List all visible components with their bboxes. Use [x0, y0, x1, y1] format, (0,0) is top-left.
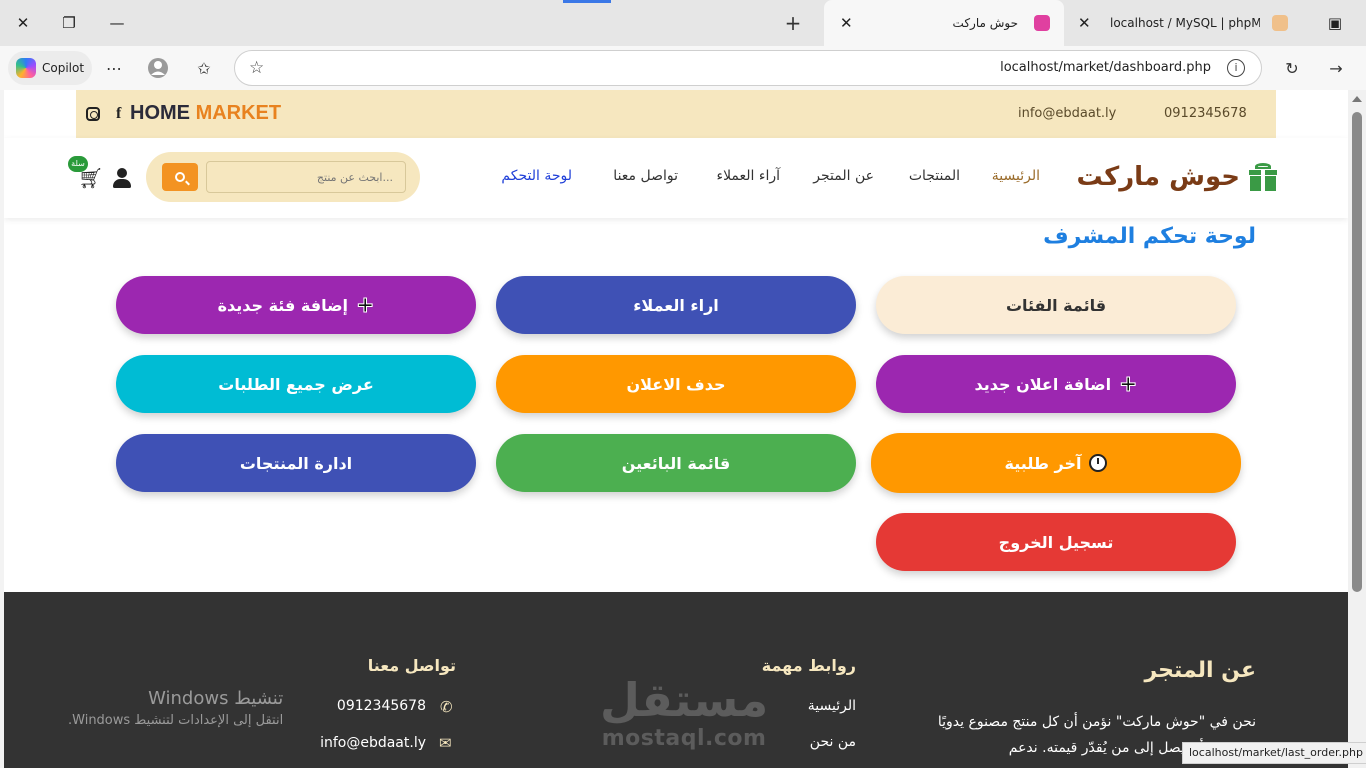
tab-close-icon[interactable]: ✕ — [1078, 14, 1091, 32]
mostaql-watermark: مستقل mostaql.com — [600, 674, 768, 751]
watermark-english: mostaql.com — [601, 726, 767, 751]
nav-link-contact[interactable]: تواصل معنا — [613, 168, 678, 184]
watermark-arabic: مستقل — [600, 673, 769, 727]
logout-button[interactable]: تسجيل الخروج — [876, 513, 1236, 571]
activation-title: تنشيط Windows — [148, 688, 284, 709]
new-tab-button[interactable]: + — [780, 10, 806, 36]
tab-phpmyadmin[interactable]: ✕ localhost / MySQL | phpMyA — [1066, 0, 1312, 46]
refresh-icon[interactable]: ↻ — [1278, 54, 1306, 82]
brand-wordmark: HOME MARKET — [130, 102, 281, 125]
add-category-button[interactable]: + إضافة فئة جديدة — [116, 276, 476, 334]
button-label: قائمة الفئات — [1005, 295, 1107, 315]
activation-subtitle: انتقل إلى الإعدادات لتنشيط Windows. — [68, 713, 284, 728]
plus-icon: + — [356, 292, 375, 318]
window-restore-icon[interactable]: ❐ — [56, 10, 82, 36]
nav-link-products[interactable]: المنتجات — [909, 168, 960, 184]
categories-list-button[interactable]: قائمة الفئات — [876, 276, 1236, 334]
top-email[interactable]: info@ebdaat.ly — [1018, 106, 1116, 121]
hosh-favicon-icon — [1034, 15, 1050, 31]
sellers-list-button[interactable]: قائمة البائعين — [496, 434, 856, 492]
nav-link-about[interactable]: عن المتجر — [813, 168, 874, 184]
browser-toolbar: Copilot ⋯ ✩ ☆ localhost/market/dashboard… — [0, 46, 1366, 90]
footer-about-title: عن المتجر — [1144, 658, 1256, 683]
scrollbar-thumb[interactable] — [1352, 112, 1362, 592]
button-label: تسجيل الخروج — [998, 532, 1114, 552]
button-label: عرض جميع الطلبات — [218, 374, 374, 394]
top-info-strip: f HOME MARKET info@ebdaat.ly 0912345678 — [76, 90, 1276, 138]
phpmyadmin-favicon-icon — [1272, 15, 1288, 31]
logo-text: حوش ماركت — [1076, 162, 1240, 192]
tab-title: localhost / MySQL | phpMyA — [1110, 16, 1260, 30]
customer-reviews-button[interactable]: اراء العملاء — [496, 276, 856, 334]
tab-title: حوش ماركت — [952, 16, 1018, 30]
footer-link-home[interactable]: الرئيسية — [808, 698, 856, 714]
site-info-icon[interactable]: i — [1227, 59, 1245, 77]
window-minimize-icon[interactable]: — — [104, 10, 130, 36]
scroll-up-arrow-icon[interactable] — [1352, 96, 1362, 102]
page-title: لوحة تحكم المشرف — [1043, 224, 1256, 249]
copilot-label: Copilot — [42, 61, 85, 75]
add-favorite-icon[interactable]: ☆ — [249, 58, 264, 78]
brand-market: MARKET — [195, 102, 282, 124]
button-label: اراء العملاء — [633, 295, 719, 315]
user-account-icon[interactable] — [112, 168, 132, 188]
footer-phone[interactable]: 0912345678 — [337, 698, 426, 714]
nav-link-home[interactable]: الرئيسية — [992, 168, 1040, 184]
more-options-icon[interactable]: ⋯ — [100, 54, 128, 82]
windows-activation-notice: تنشيط Windows انتقل إلى الإعدادات لتنشيط… — [68, 688, 283, 728]
search-input[interactable] — [206, 161, 406, 193]
nav-link-dashboard[interactable]: لوحة التحكم — [501, 168, 572, 184]
page-scrollbar[interactable] — [1348, 90, 1366, 768]
copilot-button[interactable]: Copilot — [8, 51, 92, 85]
forward-icon[interactable]: → — [1322, 54, 1350, 82]
tab-hosh-market[interactable]: ✕ حوش ماركت — [824, 0, 1064, 46]
button-label: حدف الاعلان — [626, 374, 726, 394]
delete-ad-button[interactable]: حدف الاعلان — [496, 355, 856, 413]
instagram-icon[interactable] — [86, 107, 100, 121]
link-status-preview: localhost/market/last_order.php — [1182, 742, 1366, 764]
main-navbar: حوش ماركت الرئيسية المنتجات عن المتجر آر… — [4, 138, 1348, 218]
favorites-icon[interactable]: ✩ — [190, 54, 218, 82]
gift-icon — [1248, 163, 1278, 191]
button-label: قائمة البائعين — [621, 453, 731, 473]
manage-products-button[interactable]: ادارة المنتجات — [116, 434, 476, 492]
footer-about-text-1: نحن في "حوش ماركت" نؤمن أن كل منتج مصنوع… — [937, 714, 1256, 730]
footer-contact-title: تواصل معنا — [367, 656, 456, 675]
site-logo[interactable]: حوش ماركت — [1077, 162, 1278, 192]
search-box — [146, 152, 420, 202]
add-ad-button[interactable]: + اضافة اعلان جديد — [876, 355, 1236, 413]
button-label: إضافة فئة جديدة — [217, 295, 349, 315]
brand-home: HOME — [130, 102, 190, 124]
search-button[interactable] — [162, 163, 198, 191]
page-viewport: f HOME MARKET info@ebdaat.ly 0912345678 … — [4, 90, 1348, 768]
last-order-button[interactable]: آخر طلبية — [871, 433, 1241, 493]
browser-tab-bar: ✕ ❐ — + ✕ حوش ماركت ✕ localhost / MySQL … — [0, 0, 1366, 46]
footer-link-about[interactable]: من نحن — [810, 734, 856, 750]
tab-drag-indicator — [563, 0, 611, 3]
address-bar[interactable]: ☆ localhost/market/dashboard.php i — [234, 50, 1262, 86]
cart-badge: سلة — [68, 156, 88, 172]
window-close-icon[interactable]: ✕ — [10, 10, 36, 36]
footer-links-title: روابط مهمة — [761, 656, 856, 675]
phone-icon: ✆ — [440, 698, 453, 716]
profile-icon[interactable] — [144, 54, 172, 82]
tab-close-icon[interactable]: ✕ — [840, 14, 853, 32]
tab-actions-icon[interactable]: ▣ — [1322, 10, 1348, 36]
button-label: ادارة المنتجات — [239, 453, 353, 473]
nav-link-reviews[interactable]: آراء العملاء — [716, 168, 780, 184]
button-label: آخر طلبية — [1004, 453, 1082, 473]
view-all-orders-button[interactable]: عرض جميع الطلبات — [116, 355, 476, 413]
timer-icon — [1089, 454, 1108, 472]
plus-icon: + — [1119, 371, 1138, 397]
copilot-icon — [16, 58, 36, 78]
address-url[interactable]: localhost/market/dashboard.php — [1000, 60, 1211, 75]
footer-email[interactable]: info@ebdaat.ly — [320, 735, 426, 751]
search-icon — [175, 172, 185, 182]
facebook-icon[interactable]: f — [116, 105, 121, 123]
button-label: اضافة اعلان جديد — [974, 374, 1112, 394]
site-footer: عن المتجر نحن في "حوش ماركت" نؤمن أن كل … — [4, 592, 1348, 768]
top-phone[interactable]: 0912345678 — [1164, 106, 1247, 121]
envelope-icon: ✉ — [439, 734, 452, 752]
